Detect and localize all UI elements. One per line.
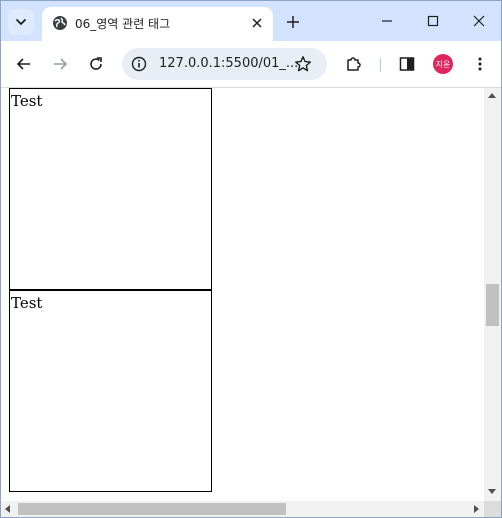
bookmark-button[interactable] — [293, 54, 313, 74]
address-bar-url: 127.0.0.1:5500/01_... — [159, 56, 299, 71]
scroll-right-arrow-icon[interactable] — [474, 505, 479, 513]
arrow-right-icon — [54, 58, 68, 70]
content-box-1: Test — [9, 88, 212, 290]
scrollbar-corner — [484, 501, 501, 517]
side-panel-button[interactable] — [395, 52, 419, 76]
maximize-icon — [427, 15, 439, 27]
tab-title: 06_영역 관련 태그 — [75, 17, 171, 31]
box-text: Test — [11, 92, 43, 110]
side-panel-icon — [399, 57, 415, 71]
minimize-icon — [382, 20, 392, 22]
close-icon — [252, 18, 262, 28]
content-box-2: Test — [9, 290, 212, 492]
plus-icon — [287, 16, 299, 28]
browser-toolbar: 127.0.0.1:5500/01_... 지윤 — [1, 41, 501, 88]
globe-icon — [53, 16, 67, 30]
scroll-down-arrow-icon[interactable] — [488, 489, 496, 494]
star-icon — [295, 56, 311, 72]
horizontal-scroll-thumb[interactable] — [18, 503, 286, 515]
minimize-button[interactable] — [364, 7, 410, 35]
scroll-up-arrow-icon[interactable] — [488, 93, 496, 98]
kebab-menu-icon — [478, 57, 482, 71]
reload-button[interactable] — [84, 52, 108, 76]
new-tab-button[interactable] — [283, 12, 303, 32]
toolbar-divider — [380, 58, 381, 72]
tab-search-button[interactable] — [8, 9, 34, 35]
horizontal-scrollbar[interactable] — [1, 501, 484, 517]
vertical-scrollbar[interactable] — [484, 88, 501, 501]
forward-button[interactable] — [48, 52, 72, 76]
tab-strip: 06_영역 관련 태그 — [1, 1, 501, 41]
extensions-button[interactable] — [342, 52, 366, 76]
close-window-button[interactable] — [456, 7, 501, 35]
box-text: Test — [11, 294, 43, 312]
puzzle-icon — [347, 57, 361, 71]
page-viewport: Test Test — [1, 88, 501, 517]
scroll-left-arrow-icon[interactable] — [5, 505, 10, 513]
browser-window: 06_영역 관련 태그 127.0.0.1:5500/01_... 지윤 Tes… — [0, 0, 502, 518]
close-icon — [473, 15, 485, 27]
back-button[interactable] — [12, 52, 36, 76]
vertical-scroll-thumb[interactable] — [486, 284, 499, 326]
profile-avatar[interactable]: 지윤 — [433, 54, 453, 74]
maximize-button[interactable] — [410, 7, 456, 35]
arrow-left-icon — [16, 58, 30, 70]
site-info-button[interactable] — [130, 55, 148, 73]
tab-close-button[interactable] — [248, 14, 266, 32]
tab-active[interactable]: 06_영역 관련 태그 — [42, 7, 273, 41]
info-icon — [131, 56, 147, 72]
address-bar[interactable]: 127.0.0.1:5500/01_... — [122, 48, 327, 80]
reload-icon — [90, 57, 102, 70]
menu-button[interactable] — [468, 52, 492, 76]
chevron-down-icon — [16, 19, 26, 25]
